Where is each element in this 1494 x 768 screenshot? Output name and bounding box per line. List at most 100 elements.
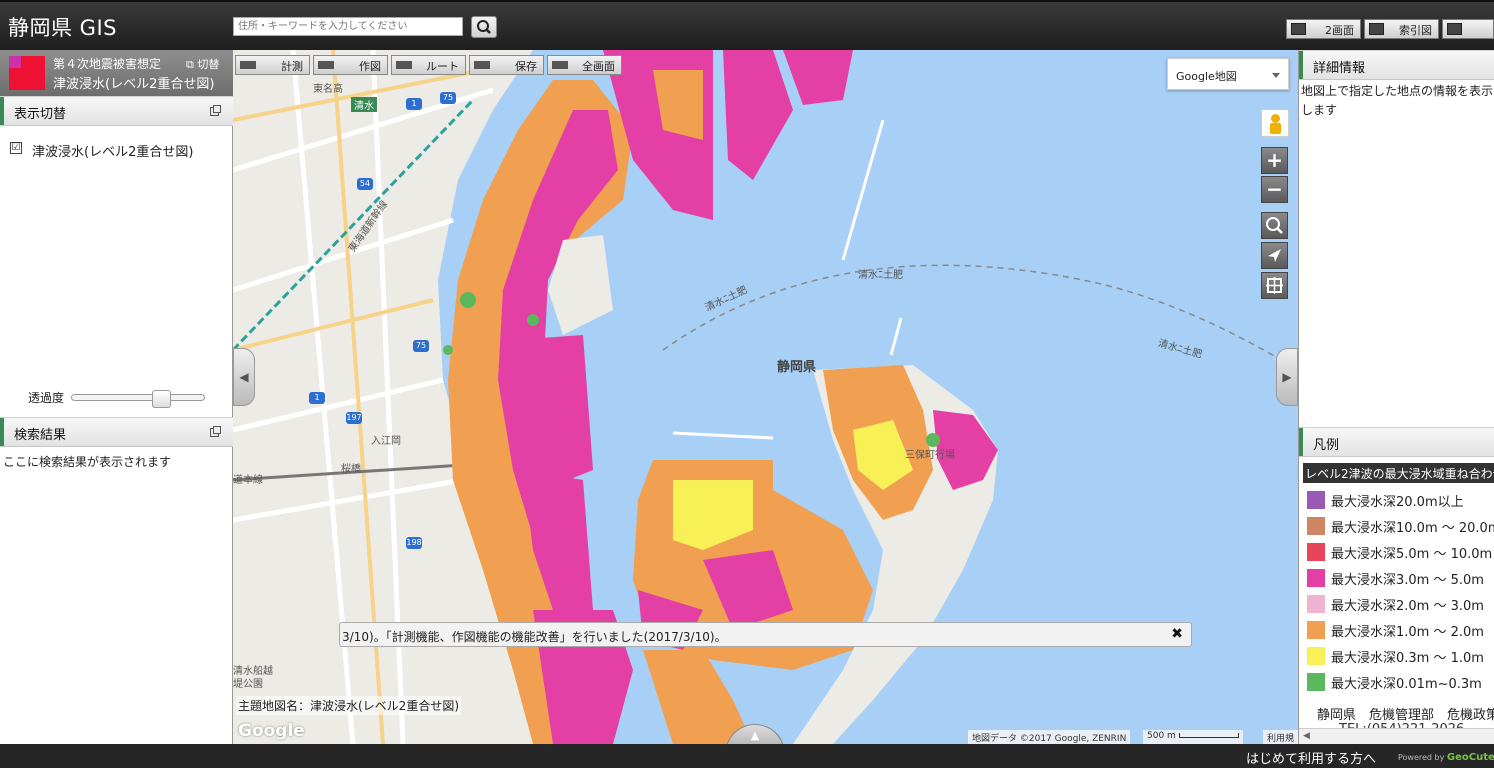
route-shield: 198 (406, 537, 422, 549)
legend-swatch (1307, 569, 1325, 587)
search-results-header: 検索結果 (0, 417, 233, 447)
measure-label: 計測 (281, 60, 303, 73)
route-label: ルート (426, 60, 459, 73)
index-map-button[interactable]: 索引図 (1364, 19, 1439, 39)
popout-icon[interactable] (210, 105, 221, 116)
detail-header: 詳細情報 (1299, 50, 1494, 80)
pencil-icon (318, 61, 334, 69)
opacity-slider-track[interactable] (71, 394, 205, 401)
route-shield: 75 (440, 92, 456, 104)
popout-icon[interactable] (210, 426, 221, 437)
fullscreen-button[interactable]: 全画面 (547, 55, 622, 75)
location-arrow-icon (1268, 249, 1281, 262)
fullscreen-label: 全画面 (582, 60, 615, 73)
footer-bar: はじめて利用する方へ Powered by GeoCute (0, 744, 1494, 768)
basemap-select[interactable]: Google地図 (1167, 58, 1289, 90)
measure-button[interactable]: 計測 (235, 55, 310, 75)
draw-button[interactable]: 作図 (313, 55, 388, 75)
detail-title: 詳細情報 (1313, 61, 1366, 76)
extent-button[interactable] (1261, 272, 1288, 299)
zoom-area-button[interactable] (1261, 212, 1288, 239)
powered-by-label: Powered by (1398, 753, 1445, 762)
theme-category: 第４次地震被害想定 (53, 57, 162, 71)
layer-checkbox[interactable]: ☑ (10, 142, 22, 154)
theme-thumbnail-icon (9, 56, 45, 90)
google-logo: Google (238, 721, 305, 741)
app-title: 静岡県 GIS (8, 16, 117, 40)
first-time-user-link[interactable]: はじめて利用する方へ (1246, 748, 1376, 767)
opacity-slider-thumb[interactable] (151, 390, 171, 408)
legend-swatch (1307, 647, 1325, 665)
legend-caption: レベル2津波の最大浸水域重ね合わせ図 (1303, 463, 1494, 483)
map-label-irieoka: 入江岡 (371, 436, 401, 447)
print-icon (1447, 23, 1462, 35)
contact-department: 静岡県 危機管理部 危機政策課 (1317, 708, 1494, 723)
basemap-value: Google地図 (1176, 70, 1237, 83)
search-button[interactable] (471, 16, 497, 38)
route-button[interactable]: ルート (391, 55, 466, 75)
app-window: 静岡県 GIS 2画面 索引図 第４次地震被害想定 津波浸水(レベル2重合せ図)… (0, 0, 1494, 768)
notice-banner: 3/10)。「計測機能、作図機能の機能改善」を行いました(2017/3/10)。… (339, 622, 1192, 647)
split-screen-button[interactable]: 2画面 (1286, 19, 1361, 39)
print-button[interactable] (1442, 19, 1494, 39)
map-label-shimizu: 清水 (351, 97, 377, 112)
chevron-down-icon (1272, 73, 1280, 78)
legend-label: 最大浸水深0.01m~0.3m (1331, 677, 1482, 692)
map-label-line: 道本線 (233, 475, 263, 486)
legend-label: 最大浸水深1.0m ～ 2.0m (1331, 625, 1484, 640)
map-canvas[interactable]: 清水 東名高 東海道新幹線 清水ﾆ土肥 清水ﾆ土肥 清水ﾆ土肥 静岡県 入江岡 … (233, 50, 1298, 744)
legend-label: 最大浸水深10.0m ～ 20.0m (1331, 521, 1494, 536)
street-view-pegman-icon[interactable] (1261, 109, 1289, 137)
left-panel: 第４次地震被害想定 津波浸水(レベル2重合せ図) ⧉ 切替 表示切替 ☑ 津波浸… (0, 50, 233, 744)
legend-swatch (1307, 621, 1325, 639)
scale-label: 500 m (1147, 731, 1176, 741)
notice-text: 3/10)。「計測機能、作図機能の機能改善」を行いました(2017/3/10)。 (342, 630, 727, 644)
route-shield: 197 (346, 412, 362, 424)
map-label-park: 清水船越 堤公園 (233, 666, 273, 690)
map-label-breakwater-2: 清水ﾆ土肥 (858, 270, 903, 281)
horizontal-scrollbar[interactable]: ◀ (1299, 728, 1494, 744)
search-input[interactable] (233, 17, 463, 36)
legend-swatch (1307, 517, 1325, 535)
current-location-button[interactable] (1261, 242, 1288, 269)
zoom-in-button[interactable]: + (1261, 147, 1288, 174)
legend-label: 最大浸水深0.3m ～ 1.0m (1331, 651, 1484, 666)
terms-link[interactable]: 利用規約 (1263, 730, 1298, 744)
map-label-sakurabashi: 桜橋 (341, 464, 361, 475)
map-scale: 500 m (1143, 730, 1243, 744)
geocute-logo: GeoCute (1446, 752, 1494, 763)
split-screen-label: 2画面 (1325, 24, 1354, 37)
legend-swatch (1307, 595, 1325, 613)
magnifier-icon (1266, 217, 1283, 234)
index-map-label: 索引図 (1399, 24, 1432, 37)
legend-label: 最大浸水深20.0m以上 (1331, 495, 1464, 510)
close-icon[interactable]: ✖ (1171, 626, 1183, 642)
map-label-tomei: 東名高 (313, 84, 343, 95)
zoom-out-button[interactable]: − (1261, 176, 1288, 203)
fullscreen-icon (552, 61, 568, 69)
extent-icon (1266, 277, 1283, 294)
search-results-placeholder: ここに検索結果が表示されます (3, 455, 172, 469)
ruler-icon (240, 61, 256, 69)
index-map-icon (1369, 23, 1384, 35)
display-toggle-header: 表示切替 (0, 96, 233, 126)
route-shield: 54 (357, 178, 373, 190)
route-shield: 1 (309, 392, 325, 404)
save-button[interactable]: 保存 (469, 55, 544, 75)
draw-label: 作図 (359, 60, 381, 73)
scale-bar (1178, 733, 1239, 738)
map-attribution: 地図データ ©2017 Google, ZENRIN (968, 730, 1131, 744)
theme-selector: 第４次地震被害想定 津波浸水(レベル2重合せ図) ⧉ 切替 (0, 50, 233, 96)
route-icon (396, 61, 412, 69)
theme-switch-button[interactable]: ⧉ 切替 (186, 56, 219, 72)
detail-text: 地図上で指定した地点の情報を表示します (1301, 84, 1494, 117)
powered-by: Powered by GeoCute (1398, 752, 1494, 763)
save-label: 保存 (515, 60, 537, 73)
legend-swatch (1307, 543, 1325, 561)
collapse-left-panel-button[interactable]: ◀ (233, 348, 255, 406)
opacity-label: 透過度 (28, 391, 65, 405)
search-icon (477, 20, 491, 34)
collapse-right-panel-button[interactable]: ▶ (1276, 348, 1298, 406)
route-shield: 1 (406, 98, 422, 110)
theme-name: 津波浸水(レベル2重合せ図) (53, 77, 215, 92)
